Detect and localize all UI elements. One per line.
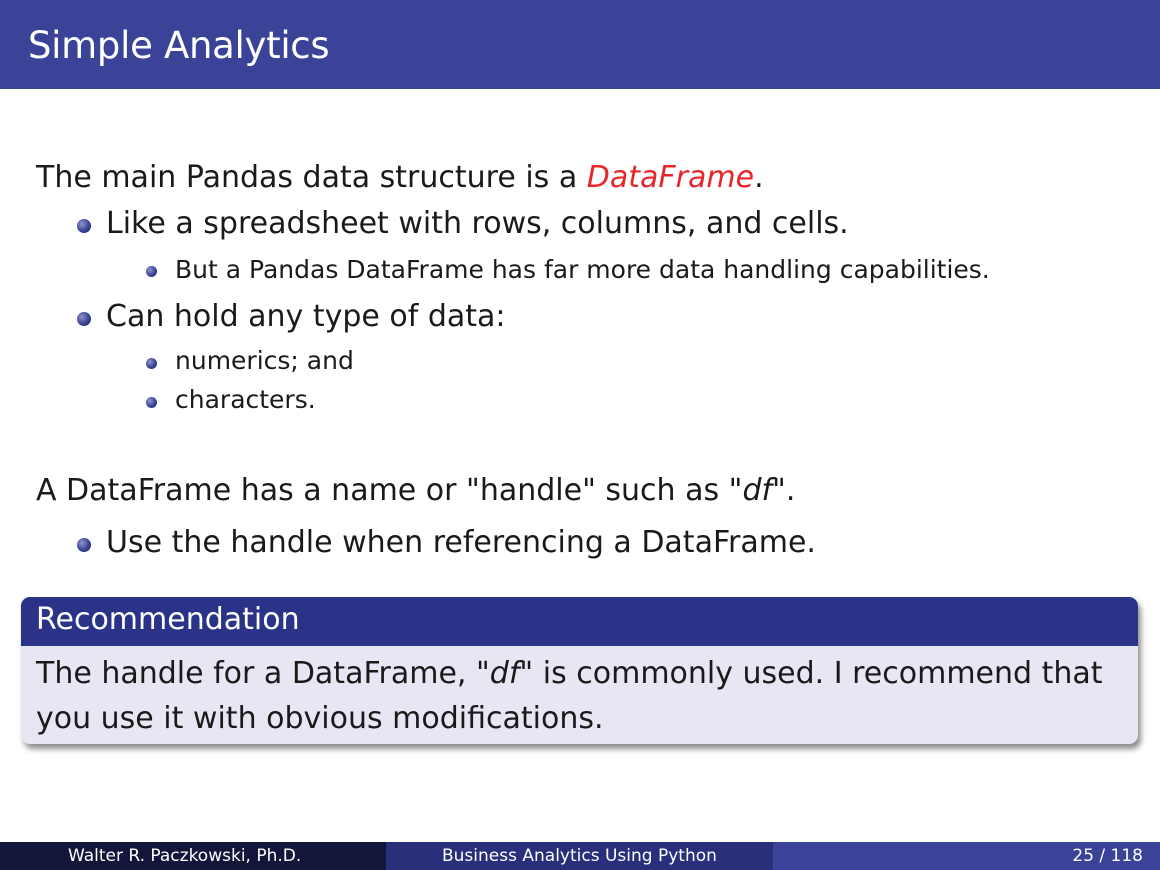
footer-page-segment: 25 / 118 — [773, 842, 1160, 870]
recommendation-line-1-prefix: The handle for a DataFrame, " — [36, 656, 490, 691]
bullet-any-type: Can hold any type of data: — [106, 299, 506, 334]
paragraph-handle-suffix: ". — [772, 473, 796, 508]
recommendation-line-1-suffix: " is commonly used. I recommend that — [519, 656, 1103, 691]
slide-title: Simple Analytics — [28, 24, 330, 67]
sub-bullet-numerics: numerics; and — [175, 346, 354, 375]
bullet-icon — [146, 397, 157, 408]
bullet-spreadsheet: Like a spreadsheet with rows, columns, a… — [106, 206, 849, 241]
recommendation-block: Recommendation The handle for a DataFram… — [21, 597, 1138, 744]
df-term: df — [742, 473, 773, 508]
paragraph-dataframe-suffix: . — [754, 160, 764, 195]
bullet-icon — [146, 358, 157, 369]
title-bar: Simple Analytics — [0, 0, 1160, 89]
recommendation-header: Recommendation — [21, 597, 1138, 646]
footer-page-number: 25 / 118 — [1072, 846, 1143, 866]
bullet-icon — [146, 266, 157, 277]
bullet-icon — [77, 538, 91, 552]
recommendation-df-term: df — [489, 656, 520, 691]
paragraph-dataframe: The main Pandas data structure is a Data… — [36, 160, 764, 195]
bullet-use-handle: Use the handle when referencing a DataFr… — [106, 525, 816, 560]
footer-course-segment: Business Analytics Using Python — [386, 842, 773, 870]
recommendation-title: Recommendation — [36, 602, 300, 637]
paragraph-dataframe-prefix: The main Pandas data structure is a — [36, 160, 587, 195]
footer: Walter R. Paczkowski, Ph.D. Business Ana… — [0, 842, 1160, 870]
footer-course: Business Analytics Using Python — [442, 846, 717, 866]
paragraph-handle: A DataFrame has a name or "handle" such … — [36, 473, 795, 508]
recommendation-line-2: you use it with obvious modifications. — [36, 701, 604, 736]
paragraph-handle-prefix: A DataFrame has a name or "handle" such … — [36, 473, 743, 508]
bullet-icon — [77, 312, 91, 326]
sub-bullet-capabilities: But a Pandas DataFrame has far more data… — [175, 255, 990, 284]
footer-author-segment: Walter R. Paczkowski, Ph.D. — [0, 842, 386, 870]
recommendation-line-1: The handle for a DataFrame, "df" is comm… — [36, 651, 1131, 696]
dataframe-term: DataFrame — [586, 160, 755, 195]
sub-bullet-characters: characters. — [175, 385, 316, 414]
bullet-icon — [77, 219, 91, 233]
footer-author: Walter R. Paczkowski, Ph.D. — [68, 846, 302, 866]
recommendation-body: The handle for a DataFrame, "df" is comm… — [36, 651, 1131, 741]
